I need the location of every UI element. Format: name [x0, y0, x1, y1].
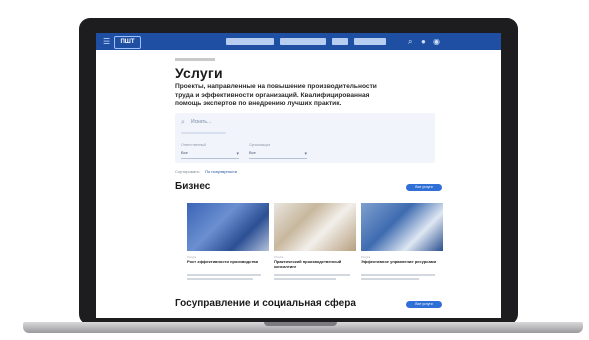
notification-icon[interactable]: ● [421, 37, 426, 46]
chevron-down-icon: ▾ [304, 151, 307, 157]
select-2-value: Все [249, 150, 256, 155]
filter-divider [181, 132, 226, 134]
card-desc-1 [187, 274, 261, 276]
sort-row: Сортировать: По популярности [175, 169, 237, 174]
card-desc-2 [274, 278, 336, 280]
select-2-label: Организация [249, 143, 271, 147]
filter-search-input[interactable]: Искать... [191, 119, 211, 125]
card-desc-1 [187, 278, 253, 280]
nav-item-4[interactable] [354, 38, 386, 45]
sort-label: Сортировать: [175, 169, 201, 174]
card-desc-3 [361, 274, 435, 276]
card-image-3[interactable] [361, 203, 443, 251]
filter-panel: ⌕ Искать... Ответственный Все ▾ Организа… [175, 113, 435, 163]
card-image-1[interactable] [187, 203, 269, 251]
laptop-notch [264, 322, 337, 326]
card-image-2[interactable] [274, 203, 356, 251]
section-title-business: Бизнес [175, 181, 211, 192]
breadcrumb[interactable] [175, 58, 215, 61]
page-lead: Проекты, направленные на повышение произ… [175, 83, 377, 108]
sort-select[interactable]: По популярности [205, 169, 237, 174]
search-icon: ⌕ [181, 119, 185, 126]
user-icon[interactable]: ◉ [433, 37, 440, 46]
screen: ☰ ПШТ ⌕ ● ◉ Услуги Проекты, направленные… [96, 33, 501, 318]
card-title-1[interactable]: Рост эффективности производства [187, 259, 269, 264]
card-title-2[interactable]: Практический производственный консалтинг [274, 259, 356, 269]
select-1-label: Ответственный [181, 143, 206, 147]
top-navigation-bar: ☰ ПШТ ⌕ ● ◉ [96, 33, 501, 50]
search-icon[interactable]: ⌕ [408, 37, 412, 46]
card-title-3[interactable]: Эффективное управление ресурсами [361, 259, 443, 264]
logo[interactable]: ПШТ [114, 36, 141, 49]
nav-item-1[interactable] [226, 38, 274, 45]
nav-item-3[interactable] [332, 38, 348, 45]
page-title: Услуги [175, 65, 223, 81]
all-services-button-business[interactable]: Все услуги [406, 184, 442, 191]
card-desc-2 [274, 274, 350, 276]
select-1-value: Все [181, 150, 188, 155]
all-services-button-government[interactable]: Все услуги [406, 301, 442, 308]
nav-item-2[interactable] [280, 38, 326, 45]
menu-icon[interactable]: ☰ [103, 37, 110, 46]
select-2[interactable]: Все ▾ [249, 150, 307, 159]
chevron-down-icon: ▾ [236, 151, 239, 157]
select-1[interactable]: Все ▾ [181, 150, 239, 159]
section-title-government: Госуправление и социальная сфера [175, 298, 356, 309]
card-desc-3 [361, 278, 419, 280]
